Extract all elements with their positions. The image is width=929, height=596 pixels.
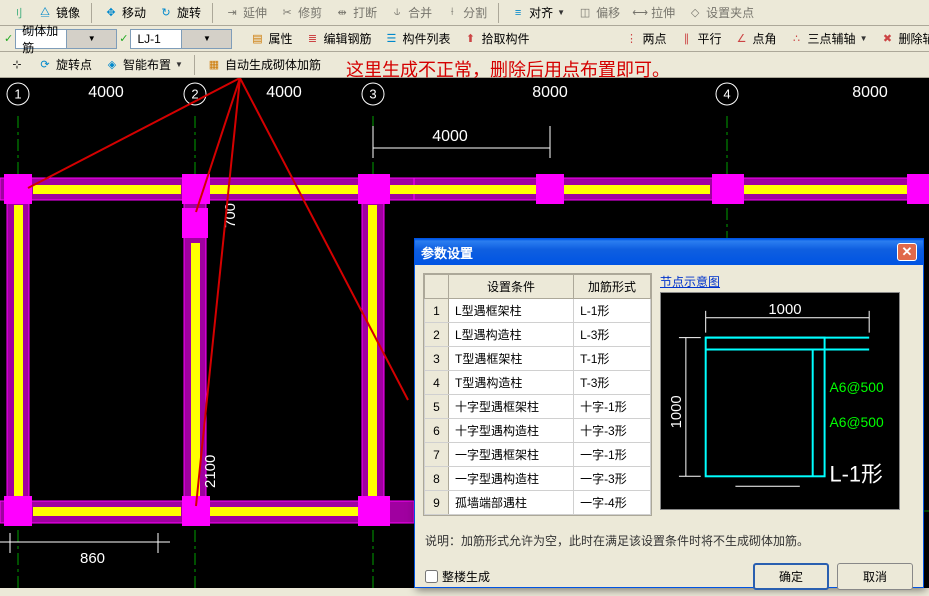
autogen-button[interactable]: ▦自动生成砌体加筋 xyxy=(201,53,326,76)
rotate-button[interactable]: ↻旋转 xyxy=(153,1,206,24)
whole-floor-checkbox[interactable]: 整楼生成 xyxy=(425,568,490,585)
break-button[interactable]: ⇹打断 xyxy=(329,1,382,24)
col-cond: 设置条件 xyxy=(449,275,574,299)
cancel-button[interactable]: 取消 xyxy=(837,563,913,590)
checkmark-icon: ✓ xyxy=(119,31,128,47)
preview-diagram: 1000 1000 A6@500 A6@500 L-1形 xyxy=(660,292,900,510)
dimension-text: 860 xyxy=(80,550,105,567)
editrebar-button[interactable]: ≣编辑钢筋 xyxy=(299,27,376,50)
move-button[interactable]: ✥移动 xyxy=(98,1,151,24)
table-row[interactable]: 9孤墙端部遇柱一字-4形 xyxy=(425,491,651,515)
point-button[interactable]: ⊹ xyxy=(4,54,30,76)
dialog-titlebar[interactable]: 参数设置 ✕ xyxy=(415,239,923,265)
axis-label: 3 xyxy=(369,86,376,101)
rebar-tag: A6@500 xyxy=(830,379,884,395)
delaux-button[interactable]: ✖删除辅轴 xyxy=(874,27,929,50)
name-combo[interactable]: LJ-1▼ xyxy=(130,29,232,49)
main-toolbar-2: ✓ 砌体加筋▼ ✓ LJ-1▼ ▤属性 ≣编辑钢筋 ☰构件列表 ⬆拾取构件 ⋮两… xyxy=(0,26,929,52)
offset-button[interactable]: ◫偏移 xyxy=(572,1,625,24)
param-dialog: 参数设置 ✕ 设置条件加筋形式 1L型遇框架柱L-1形2L型遇构造柱L-3形3T… xyxy=(414,238,924,588)
close-icon[interactable]: ✕ xyxy=(897,243,917,261)
dialog-description: 说明：加筋形式允许为空，此时在满足该设置条件时将不生成砌体加筋。 xyxy=(415,524,923,557)
twopoint-button[interactable]: ⋮两点 xyxy=(619,27,672,50)
threepoint-button[interactable]: ∴三点辅轴▼ xyxy=(784,27,873,50)
trim-button[interactable]: ✂修剪 xyxy=(274,1,327,24)
dim-w: 1000 xyxy=(768,302,801,318)
axis-label: 1 xyxy=(14,86,21,101)
dimension-text: 2100 xyxy=(202,455,219,488)
smart-button[interactable]: ◈智能布置▼ xyxy=(99,53,188,76)
dimension-text: 4000 xyxy=(88,84,124,101)
type-combo[interactable]: 砌体加筋▼ xyxy=(15,29,117,49)
stretch-button[interactable]: ⟷拉伸 xyxy=(627,1,680,24)
rebar-tag: A6@500 xyxy=(830,414,884,430)
ok-button[interactable]: 确定 xyxy=(753,563,829,590)
table-row[interactable]: 4T型遇构造柱T-3形 xyxy=(425,371,651,395)
split-button[interactable]: ⟊分割 xyxy=(439,1,492,24)
table-row[interactable]: 8一字型遇构造柱一字-3形 xyxy=(425,467,651,491)
dimension-text: 4000 xyxy=(266,84,302,101)
dimension-text: 8000 xyxy=(532,84,568,101)
shape-name: L-1形 xyxy=(830,461,883,486)
dim-h: 1000 xyxy=(669,395,685,428)
merge-button[interactable]: ⫝合并 xyxy=(384,1,437,24)
dimension-text: 8000 xyxy=(852,84,888,101)
refresh-icon[interactable]: 刂 xyxy=(4,2,30,24)
parallel-button[interactable]: ∥平行 xyxy=(674,27,727,50)
checkmark-icon: ✓ xyxy=(4,31,13,47)
dimension-text: 4000 xyxy=(432,128,468,145)
table-row[interactable]: 5十字型遇框架柱十字-1形 xyxy=(425,395,651,419)
table-row[interactable]: 2L型遇构造柱L-3形 xyxy=(425,323,651,347)
table-row[interactable]: 7一字型遇框架柱一字-1形 xyxy=(425,443,651,467)
align-button[interactable]: ≡对齐▼ xyxy=(505,1,570,24)
table-row[interactable]: 3T型遇框架柱T-1形 xyxy=(425,347,651,371)
axis-label: 4 xyxy=(723,86,730,101)
dialog-title-text: 参数设置 xyxy=(421,243,473,262)
pointangle-button[interactable]: ∠点角 xyxy=(729,27,782,50)
preview-label: 节点示意图 xyxy=(660,273,915,290)
main-toolbar-1: 刂 ⧋镜像 ✥移动 ↻旋转 ⇥延伸 ✂修剪 ⇹打断 ⫝合并 ⟊分割 ≡对齐▼ ◫… xyxy=(0,0,929,26)
table-row[interactable]: 6十字型遇构造柱十字-3形 xyxy=(425,419,651,443)
extend-button[interactable]: ⇥延伸 xyxy=(219,1,272,24)
table-row[interactable]: 1L型遇框架柱L-1形 xyxy=(425,299,651,323)
settings-grid[interactable]: 设置条件加筋形式 1L型遇框架柱L-1形2L型遇构造柱L-3形3T型遇框架柱T-… xyxy=(423,273,652,516)
pick-button[interactable]: ⬆拾取构件 xyxy=(457,27,534,50)
attr-button[interactable]: ▤属性 xyxy=(244,27,297,50)
partlist-button[interactable]: ☰构件列表 xyxy=(378,27,455,50)
col-form: 加筋形式 xyxy=(574,275,651,299)
rotpt-button[interactable]: ⟳旋转点 xyxy=(32,53,97,76)
setgrip-button[interactable]: ◇设置夹点 xyxy=(682,1,759,24)
